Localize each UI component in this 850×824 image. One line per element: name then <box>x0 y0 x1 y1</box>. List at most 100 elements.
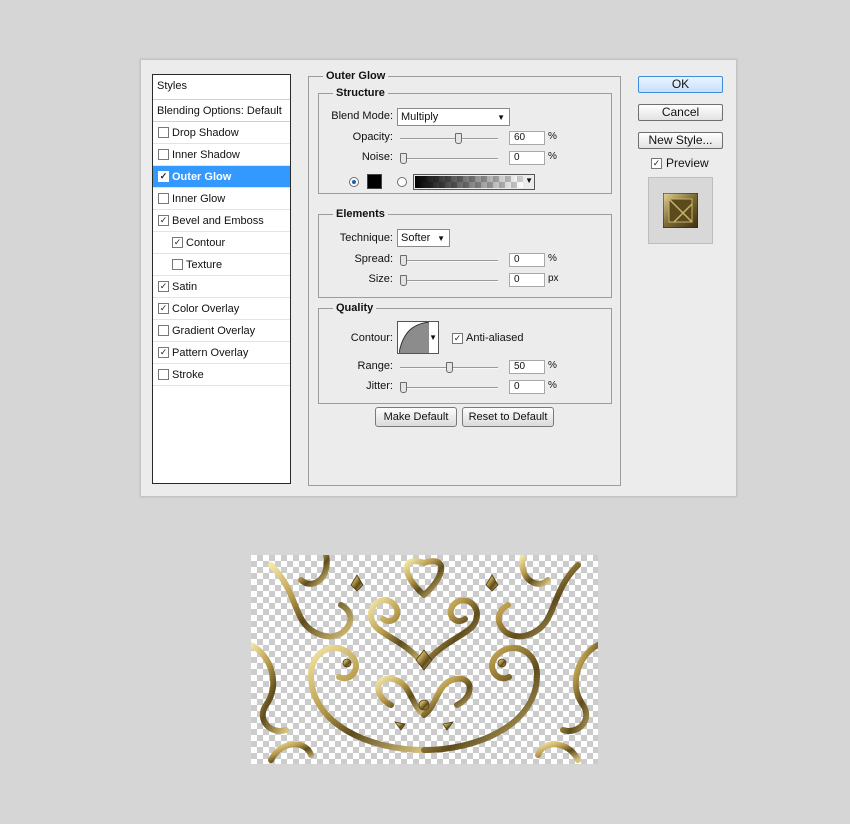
size-unit: px <box>548 273 559 284</box>
elements-title: Elements <box>333 208 388 220</box>
style-item-contour[interactable]: Contour <box>153 232 290 254</box>
styles-list: Styles Blending Options: Default Drop Sh… <box>152 74 291 484</box>
structure-group: Structure Blend Mode: Multiply ▼ Opacity:… <box>318 87 612 194</box>
noise-input[interactable]: 0 <box>509 151 545 165</box>
noise-slider-thumb[interactable] <box>400 153 407 164</box>
style-item-label: Bevel and Emboss <box>172 215 264 227</box>
contour-picker[interactable]: ▼ <box>397 321 439 354</box>
style-item-texture[interactable]: Texture <box>153 254 290 276</box>
spread-slider[interactable] <box>400 255 498 266</box>
gradient-dropdown-icon[interactable]: ▼ <box>525 176 533 185</box>
style-preview-thumbnail <box>648 177 713 244</box>
technique-select[interactable]: Softer ▼ <box>397 229 450 247</box>
style-item-label: Color Overlay <box>172 303 240 315</box>
chevron-down-icon[interactable]: ▼ <box>429 333 437 342</box>
opacity-unit: % <box>548 131 557 142</box>
noise-unit: % <box>548 151 557 162</box>
style-item-checkbox[interactable] <box>158 193 169 204</box>
ok-button[interactable]: OK <box>638 76 723 93</box>
structure-title: Structure <box>333 87 388 99</box>
spread-slider-thumb[interactable] <box>400 255 407 266</box>
noise-label: Noise: <box>361 151 393 163</box>
anti-aliased-label: Anti-aliased <box>466 332 524 344</box>
style-item-inner-shadow[interactable]: Inner Shadow <box>153 144 290 166</box>
style-item-color-overlay[interactable]: Color Overlay <box>153 298 290 320</box>
style-item-outer-glow[interactable]: Outer Glow <box>153 166 290 188</box>
layer-style-dialog: Styles Blending Options: Default Drop Sh… <box>140 59 737 497</box>
style-item-stroke[interactable]: Stroke <box>153 364 290 386</box>
range-slider-thumb[interactable] <box>445 362 453 373</box>
jitter-unit: % <box>548 380 557 391</box>
style-item-inner-glow[interactable]: Inner Glow <box>153 188 290 210</box>
reset-to-default-button[interactable]: Reset to Default <box>462 407 554 427</box>
style-item-checkbox[interactable] <box>158 347 169 358</box>
make-default-button[interactable]: Make Default <box>375 407 457 427</box>
outer-glow-panel: Outer Glow Structure Blend Mode: Multipl… <box>308 70 621 486</box>
quality-title: Quality <box>333 302 377 314</box>
anti-aliased-checkbox[interactable] <box>452 333 463 344</box>
blend-mode-select[interactable]: Multiply ▼ <box>397 108 510 126</box>
style-item-label: Inner Glow <box>172 193 226 205</box>
new-style-button[interactable]: New Style... <box>638 132 723 149</box>
jitter-input[interactable]: 0 <box>509 380 545 394</box>
jitter-label: Jitter: <box>366 380 393 392</box>
spread-input[interactable]: 0 <box>509 253 545 267</box>
quality-group: Quality Contour: ▼ Anti-aliased Range: 5… <box>318 302 612 404</box>
style-item-checkbox[interactable] <box>172 237 183 248</box>
spread-label: Spread: <box>354 253 393 265</box>
style-item-label: Satin <box>172 281 198 293</box>
opacity-slider-thumb[interactable] <box>454 133 462 144</box>
style-item-checkbox[interactable] <box>158 171 169 182</box>
style-item-satin[interactable]: Satin <box>153 276 290 298</box>
style-item-checkbox[interactable] <box>158 325 169 336</box>
jitter-slider[interactable] <box>400 382 498 393</box>
size-slider[interactable] <box>400 275 498 286</box>
outer-glow-title: Outer Glow <box>323 70 389 82</box>
preview-checkbox[interactable] <box>651 158 662 169</box>
document-canvas <box>251 555 598 764</box>
chevron-down-icon: ▼ <box>437 234 445 243</box>
noise-slider[interactable] <box>400 153 498 164</box>
spread-unit: % <box>548 253 557 264</box>
style-item-pattern-overlay[interactable]: Pattern Overlay <box>153 342 290 364</box>
chevron-down-icon: ▼ <box>497 113 505 122</box>
size-slider-thumb[interactable] <box>400 275 407 286</box>
style-item-label: Stroke <box>172 369 204 381</box>
style-item-checkbox[interactable] <box>158 215 169 226</box>
style-item-checkbox[interactable] <box>158 149 169 160</box>
elements-group: Elements Technique: Softer ▼ Spread: 0 % … <box>318 208 612 298</box>
gradient-radio[interactable] <box>397 177 407 187</box>
jitter-slider-thumb[interactable] <box>400 382 407 393</box>
style-item-label: Texture <box>186 259 223 271</box>
style-item-checkbox[interactable] <box>158 127 169 138</box>
style-item-drop-shadow[interactable]: Drop Shadow <box>153 122 290 144</box>
range-input[interactable]: 50 <box>509 360 545 374</box>
blending-options-item[interactable]: Blending Options: Default <box>153 100 290 122</box>
style-item-checkbox[interactable] <box>158 303 169 314</box>
gold-ornament-image <box>251 555 598 763</box>
style-item-checkbox[interactable] <box>172 259 183 270</box>
style-item-label: Pattern Overlay <box>172 347 249 359</box>
style-item-bevel-and-emboss[interactable]: Bevel and Emboss <box>153 210 290 232</box>
style-item-gradient-overlay[interactable]: Gradient Overlay <box>153 320 290 342</box>
technique-label: Technique: <box>339 232 393 244</box>
gradient-picker[interactable]: ▼ <box>413 174 535 190</box>
glow-color-swatch[interactable] <box>367 174 382 189</box>
style-item-checkbox[interactable] <box>158 281 169 292</box>
cancel-button[interactable]: Cancel <box>638 104 723 121</box>
opacity-input[interactable]: 60 <box>509 131 545 145</box>
opacity-slider[interactable] <box>400 133 498 144</box>
styles-header[interactable]: Styles <box>153 75 290 100</box>
style-item-checkbox[interactable] <box>158 369 169 380</box>
gradient-preview <box>415 176 523 188</box>
size-input[interactable]: 0 <box>509 273 545 287</box>
style-item-label: Inner Shadow <box>172 149 240 161</box>
style-preview-swatch <box>663 193 698 228</box>
range-slider[interactable] <box>400 362 498 373</box>
solid-color-radio[interactable] <box>349 177 359 187</box>
style-item-label: Drop Shadow <box>172 127 239 139</box>
contour-label: Contour: <box>350 332 393 344</box>
blend-mode-label: Blend Mode: <box>331 110 393 122</box>
style-item-label: Gradient Overlay <box>172 325 256 337</box>
contour-curve-icon <box>399 322 429 353</box>
